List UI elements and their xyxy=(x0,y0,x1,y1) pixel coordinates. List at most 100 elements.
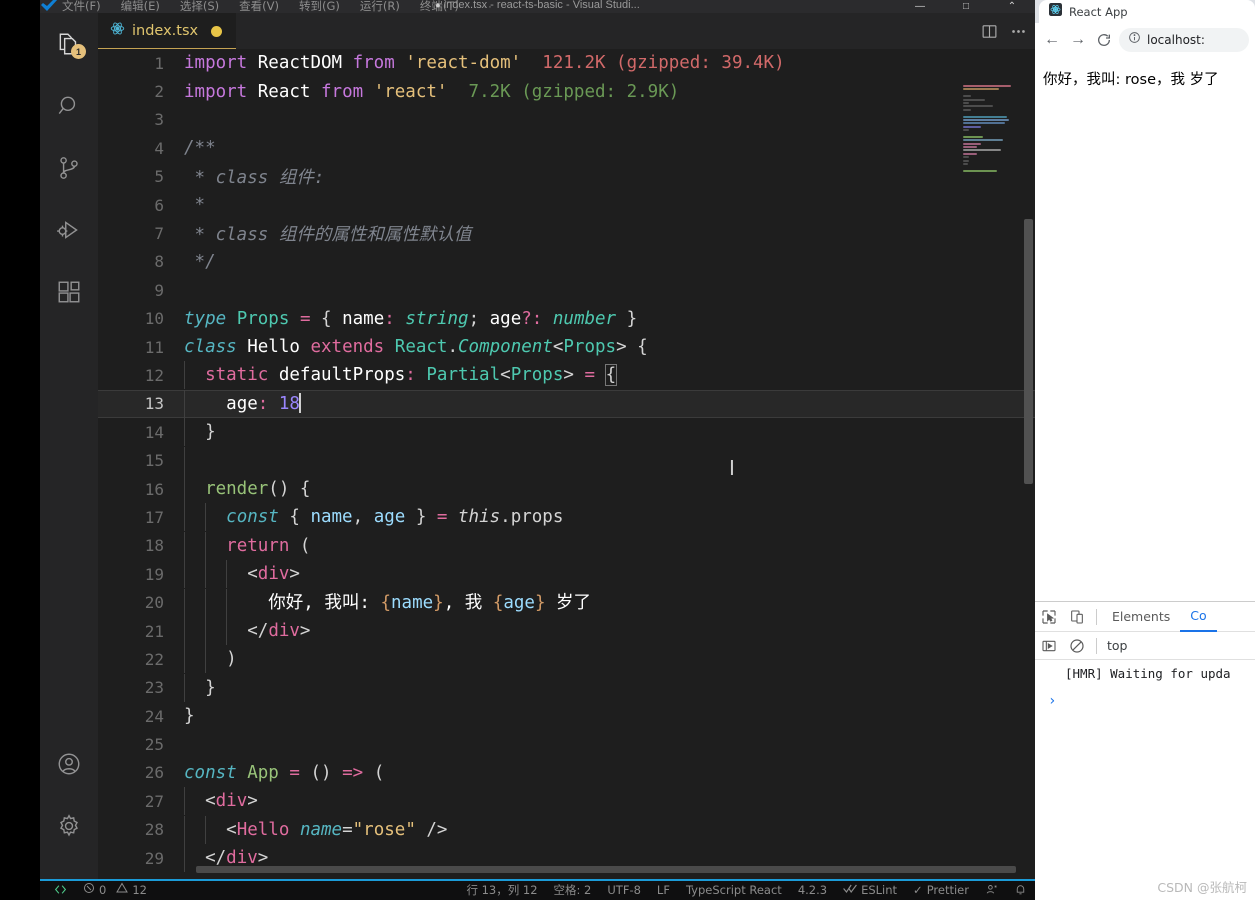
tab-dirty-indicator[interactable] xyxy=(211,25,223,37)
code-token: < xyxy=(226,819,237,840)
menu-edit[interactable]: 编辑(E) xyxy=(121,0,160,12)
clear-console-icon[interactable] xyxy=(1063,631,1091,661)
code-line[interactable]: 27 <div> xyxy=(98,787,1035,816)
menu-overflow[interactable]: ··· xyxy=(479,1,493,13)
code-line[interactable]: 7 * class 组件的属性和属性默认值 xyxy=(98,219,1035,247)
settings-gear-icon[interactable] xyxy=(40,795,98,857)
code-line[interactable]: 17 const { name, age } = this.props xyxy=(98,503,1035,532)
tab-console[interactable]: Co xyxy=(1180,602,1217,632)
code-line[interactable]: 16 render() { xyxy=(98,475,1035,504)
code-line[interactable]: 8 */ xyxy=(98,248,1035,276)
prettier-check-icon: ✓ xyxy=(913,882,923,897)
inspect-element-icon[interactable] xyxy=(1035,602,1063,632)
url-text: localhost: xyxy=(1147,33,1205,47)
close-button[interactable]: ⌃ xyxy=(989,0,1035,13)
maximize-button[interactable]: □ xyxy=(943,0,989,13)
code-token: 18 xyxy=(278,393,300,414)
status-account-icon[interactable] xyxy=(977,883,1006,896)
minimize-button[interactable]: — xyxy=(897,0,943,13)
eol-status[interactable]: LF xyxy=(649,883,678,897)
editor-group: index.tsx 1 import ReactDOM from 'react-… xyxy=(98,13,1035,879)
eager-eval-icon[interactable] xyxy=(1035,631,1063,661)
account-icon[interactable] xyxy=(40,733,98,795)
more-actions-icon[interactable] xyxy=(1010,23,1027,40)
code-line[interactable]: 10 type Props = { name: string; age?: num… xyxy=(98,305,1035,333)
menu-run[interactable]: 运行(R) xyxy=(360,0,400,12)
indent-guide xyxy=(184,475,206,504)
code-line[interactable]: 9 xyxy=(98,276,1035,304)
code-token: class xyxy=(184,337,237,358)
menu-go[interactable]: 转到(G) xyxy=(299,0,340,12)
code-line[interactable]: 18 return ( xyxy=(98,531,1035,560)
line-number: 10 xyxy=(144,309,164,329)
code-line[interactable]: 13 age: 18 xyxy=(98,389,1035,419)
eslint-status[interactable]: ESLint xyxy=(835,883,905,897)
prettier-status[interactable]: ✓ Prettier xyxy=(905,883,977,897)
code-line[interactable]: 19 <div> xyxy=(98,560,1035,589)
sidebar-item-source-control[interactable] xyxy=(40,137,98,199)
code-line[interactable]: 26 const App = () => ( xyxy=(98,759,1035,787)
line-content: <Hello name="rose" /> xyxy=(184,815,447,844)
info-circle-icon[interactable] xyxy=(1128,31,1141,49)
indentation-status[interactable]: 空格: 2 xyxy=(546,882,600,898)
sidebar-item-explorer[interactable]: 1 xyxy=(40,13,98,75)
code-line[interactable]: 2 import React from 'react' 7.2K (gzipped… xyxy=(98,77,1035,105)
console-context-selector[interactable]: top xyxy=(1102,638,1127,653)
menu-selection[interactable]: 选择(S) xyxy=(180,0,219,12)
line-number: 7 xyxy=(154,224,164,244)
tab-elements[interactable]: Elements xyxy=(1102,602,1180,632)
indent-guide xyxy=(184,503,206,532)
device-toolbar-icon[interactable] xyxy=(1063,602,1091,632)
line-content: */ xyxy=(184,252,216,272)
code-line[interactable]: 24} xyxy=(98,702,1035,730)
split-editor-icon[interactable] xyxy=(981,23,998,40)
editor-vertical-scrollbar[interactable] xyxy=(1024,219,1033,484)
back-button[interactable]: ← xyxy=(1041,29,1063,51)
sidebar-item-extensions[interactable] xyxy=(40,261,98,323)
menu-view[interactable]: 查看(V) xyxy=(239,0,279,12)
address-bar[interactable]: localhost: xyxy=(1119,28,1249,52)
code-editor[interactable]: 1 import ReactDOM from 'react-dom' 121.2K… xyxy=(98,49,1035,879)
minimap[interactable] xyxy=(963,85,1021,172)
text-caret xyxy=(298,392,301,413)
line-number: 5 xyxy=(154,167,164,187)
code-line[interactable]: 3 xyxy=(98,106,1035,134)
browser-tab-react-app[interactable]: React App xyxy=(1039,0,1255,23)
code-line[interactable]: 11 class Hello extends React.Component<Pr… xyxy=(98,333,1035,361)
code-line[interactable]: 23 } xyxy=(98,673,1035,702)
code-line[interactable]: 12 static defaultProps: Partial<Props> =… xyxy=(98,361,1035,390)
code-line[interactable]: 14 } xyxy=(98,418,1035,447)
line-content: import React from 'react' 7.2K (gzipped:… xyxy=(184,82,679,102)
console-input-prompt[interactable]: › xyxy=(1035,693,1255,709)
sidebar-item-search[interactable] xyxy=(40,75,98,137)
code-line[interactable]: 21 </div> xyxy=(98,617,1035,645)
typescript-version-status[interactable]: 4.2.3 xyxy=(790,883,835,897)
reload-button[interactable] xyxy=(1093,29,1115,51)
code-token: name xyxy=(299,819,343,840)
code-line[interactable]: 15 xyxy=(98,446,1035,475)
code-line[interactable]: 1 import ReactDOM from 'react-dom' 121.2K… xyxy=(98,49,1035,77)
code-line[interactable]: 22 ) xyxy=(98,645,1035,674)
code-line[interactable]: 6 * xyxy=(98,191,1035,219)
code-line[interactable]: 20 你好, 我叫: {name}, 我 {age} 岁了 xyxy=(98,588,1035,617)
editor-horizontal-scrollbar[interactable] xyxy=(196,866,1016,873)
forward-button[interactable]: → xyxy=(1067,29,1089,51)
code-line[interactable]: 5 * class 组件: xyxy=(98,163,1035,191)
tab-index-tsx[interactable]: index.tsx xyxy=(98,13,237,49)
encoding-status[interactable]: UTF-8 xyxy=(599,883,649,897)
code-line[interactable]: 28 <Hello name="rose" /> xyxy=(98,815,1035,844)
remote-window-icon[interactable] xyxy=(40,883,75,896)
menu-file[interactable]: 文件(F) xyxy=(62,0,101,12)
language-mode-status[interactable]: TypeScript React xyxy=(678,883,790,897)
code-line[interactable]: 4 /** xyxy=(98,134,1035,162)
code-line[interactable]: 25 xyxy=(98,730,1035,758)
menu-terminal[interactable]: 终端(T) xyxy=(420,0,459,12)
eslint-check-icon xyxy=(843,883,857,897)
problems-status[interactable]: 0 12 xyxy=(75,882,155,897)
notifications-bell-icon[interactable] xyxy=(1006,883,1035,896)
sidebar-item-run-debug[interactable] xyxy=(40,199,98,261)
cursor-position[interactable]: 行 13，列 12 xyxy=(458,882,545,898)
code-token: </ xyxy=(247,621,269,641)
